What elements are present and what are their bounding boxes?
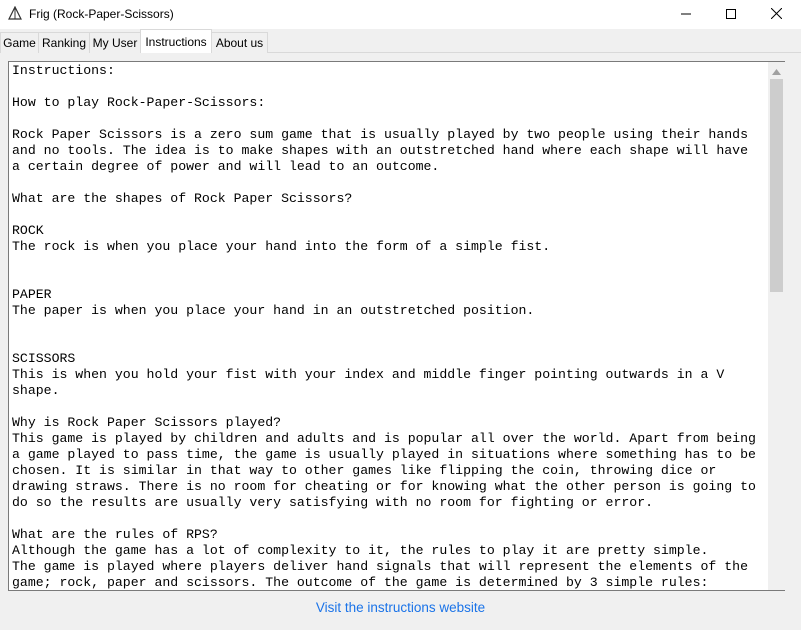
minimize-button[interactable] <box>663 0 709 29</box>
instructions-text: Instructions: How to play Rock-Paper-Sci… <box>12 63 756 590</box>
tab-my-user[interactable]: My User <box>89 32 141 53</box>
app-triangle-icon <box>8 5 22 20</box>
window-title: Frig (Rock-Paper-Scissors) <box>29 7 174 21</box>
chevron-up-icon <box>772 62 781 80</box>
maximize-icon <box>726 6 736 24</box>
footer: Visit the instructions website <box>0 599 801 617</box>
vertical-scrollbar[interactable] <box>768 62 785 590</box>
close-button[interactable] <box>753 0 799 29</box>
tab-instructions[interactable]: Instructions <box>140 29 212 53</box>
minimize-icon <box>681 6 691 24</box>
instructions-textarea[interactable]: Instructions: How to play Rock-Paper-Sci… <box>8 61 785 591</box>
maximize-button[interactable] <box>708 0 754 29</box>
scroll-up-button[interactable] <box>768 62 785 79</box>
instructions-website-link[interactable]: Visit the instructions website <box>316 600 485 615</box>
close-icon <box>770 6 782 24</box>
title-bar: Frig (Rock-Paper-Scissors) <box>0 0 801 29</box>
tab-game[interactable]: Game <box>0 32 39 53</box>
tab-about-us[interactable]: About us <box>211 32 268 53</box>
scroll-thumb[interactable] <box>770 79 783 292</box>
tab-ranking[interactable]: Ranking <box>38 32 90 53</box>
